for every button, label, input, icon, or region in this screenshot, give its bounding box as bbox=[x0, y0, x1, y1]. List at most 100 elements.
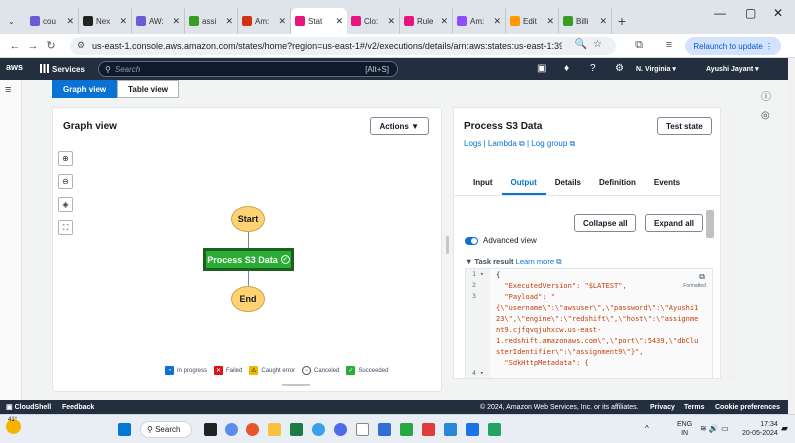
file-explorer-icon[interactable] bbox=[268, 423, 281, 436]
console-search-input[interactable]: ⚲ Search [Alt+S] bbox=[98, 61, 398, 77]
close-tab-icon[interactable]: ✕ bbox=[493, 16, 501, 27]
tab-events[interactable]: Events bbox=[645, 172, 689, 195]
zoom-in-icon[interactable]: ⊕ bbox=[58, 151, 73, 166]
close-tab-icon[interactable]: ✕ bbox=[387, 16, 395, 27]
close-tab-icon[interactable]: ✕ bbox=[335, 16, 343, 27]
notification-bell-icon[interactable]: ▰ bbox=[781, 423, 788, 434]
cloudshell-icon[interactable]: ▣ bbox=[537, 63, 546, 74]
zoom-bookmark-icons[interactable]: 🔍☆ bbox=[575, 39, 608, 50]
vertical-resize-handle[interactable] bbox=[446, 236, 449, 254]
browser-tab[interactable]: Rule ✕ bbox=[400, 8, 453, 34]
zoom-out-icon[interactable]: ⊖ bbox=[58, 174, 73, 189]
log-group-link[interactable]: Log group bbox=[531, 139, 567, 148]
browser-tab[interactable]: Clo: ✕ bbox=[347, 8, 400, 34]
region-selector[interactable]: N. Virginia ▾ bbox=[636, 65, 676, 73]
aws-logo[interactable]: aws bbox=[6, 62, 23, 72]
expand-all-button[interactable]: Expand all bbox=[645, 214, 704, 232]
browser-tab[interactable]: Billi ✕ bbox=[559, 8, 612, 34]
info-icon[interactable]: ⓘ bbox=[761, 88, 771, 103]
tray-overflow-icon[interactable]: ^ bbox=[645, 424, 649, 433]
close-tab-icon[interactable]: ✕ bbox=[546, 16, 554, 27]
details-scrollbar-thumb[interactable] bbox=[706, 210, 714, 238]
account-menu[interactable]: Ayushi Jayant ▾ bbox=[706, 65, 759, 73]
tab-definition[interactable]: Definition bbox=[590, 172, 645, 195]
extensions-icon[interactable]: ⧉ bbox=[630, 39, 648, 52]
close-tab-icon[interactable]: ✕ bbox=[66, 16, 74, 27]
tab-details[interactable]: Details bbox=[546, 172, 590, 195]
close-tab-icon[interactable]: ✕ bbox=[172, 16, 180, 27]
minimize-icon[interactable]: — bbox=[714, 6, 726, 20]
vscode-icon[interactable] bbox=[378, 423, 391, 436]
process-s3-data-node[interactable]: Process S3 Data ✓ bbox=[204, 249, 293, 270]
browser-tab[interactable]: Stat ✕ bbox=[291, 8, 347, 34]
address-bar[interactable]: ⚙ us-east-1.console.aws.amazon.com/state… bbox=[70, 37, 616, 55]
tab-graph-view[interactable]: Graph view bbox=[52, 80, 118, 98]
feedback-link[interactable]: Feedback bbox=[62, 404, 94, 411]
app-icon[interactable] bbox=[466, 423, 479, 436]
task-result-header[interactable]: ▼ Task result Learn more ⧉ bbox=[465, 257, 561, 267]
settings-icon[interactable]: ⚙ bbox=[615, 63, 624, 74]
page-scrollbar[interactable] bbox=[788, 58, 795, 414]
browser-tab[interactable]: Edit ✕ bbox=[506, 8, 559, 34]
logs-link[interactable]: Logs bbox=[464, 139, 481, 148]
settings-icon[interactable]: ◎ bbox=[761, 110, 770, 121]
close-tab-icon[interactable]: ✕ bbox=[599, 16, 607, 27]
browser-tab[interactable]: cou ✕ bbox=[26, 8, 79, 34]
taskbar-search[interactable]: ⚲ Search bbox=[140, 421, 192, 438]
center-graph-icon[interactable]: ◈ bbox=[58, 197, 73, 212]
test-state-button[interactable]: Test state bbox=[657, 117, 712, 135]
start-icon[interactable] bbox=[118, 423, 131, 436]
wifi-volume-battery-icons[interactable]: ≋ 🔊 ▭ bbox=[700, 424, 729, 433]
horizontal-resize-handle[interactable] bbox=[282, 384, 310, 386]
browser-icon[interactable] bbox=[334, 423, 347, 436]
close-tab-icon[interactable]: ✕ bbox=[440, 16, 448, 27]
widgets-icon[interactable] bbox=[225, 423, 238, 436]
end-node[interactable]: End bbox=[231, 286, 265, 312]
app-icon[interactable] bbox=[444, 423, 457, 436]
tab-list-dropdown[interactable]: ⌄ bbox=[4, 8, 26, 34]
close-tab-icon[interactable]: ✕ bbox=[119, 16, 127, 27]
notifications-icon[interactable]: ♦ bbox=[564, 63, 569, 74]
services-menu[interactable]: Services bbox=[40, 64, 85, 74]
system-clock[interactable]: 17:34 20-05-2024 bbox=[742, 420, 778, 438]
help-icon[interactable]: ? bbox=[590, 63, 596, 74]
edge-icon[interactable] bbox=[312, 423, 325, 436]
close-tab-icon[interactable]: ✕ bbox=[278, 16, 286, 27]
browser-tab[interactable]: Am: ✕ bbox=[238, 8, 291, 34]
relaunch-button[interactable]: Relaunch to update ⋮ bbox=[685, 37, 781, 55]
language-indicator[interactable]: ENG IN bbox=[677, 420, 692, 438]
back-icon[interactable]: ← bbox=[6, 40, 24, 52]
excel-icon[interactable] bbox=[488, 423, 501, 436]
new-tab-button[interactable]: + bbox=[612, 8, 632, 34]
browser-tab[interactable]: assi ✕ bbox=[185, 8, 238, 34]
media-icon[interactable] bbox=[422, 423, 435, 436]
browser-tab[interactable]: AW: ✕ bbox=[132, 8, 185, 34]
json-output-viewer[interactable]: 1 ▾ 2 3 4 ▾ { "ExecutedVersion": "$LATEST",… bbox=[465, 268, 713, 378]
panel-scrollbar[interactable] bbox=[728, 112, 735, 379]
tab-input[interactable]: Input bbox=[464, 172, 502, 195]
advanced-view-toggle[interactable]: Advanced view bbox=[465, 236, 537, 245]
reload-icon[interactable]: ↻ bbox=[42, 39, 60, 52]
cloudshell-link[interactable]: ▣ CloudShell bbox=[6, 403, 51, 411]
close-window-icon[interactable]: ✕ bbox=[773, 6, 783, 20]
lambda-link[interactable]: Lambda bbox=[488, 139, 517, 148]
chrome-app-icon[interactable] bbox=[246, 423, 259, 436]
copy-icon[interactable]: ⧉ bbox=[699, 272, 705, 282]
notepad-icon[interactable] bbox=[356, 423, 369, 436]
cookie-preferences-link[interactable]: Cookie preferences bbox=[715, 404, 780, 411]
close-tab-icon[interactable]: ✕ bbox=[225, 16, 233, 27]
browser-tab[interactable]: Am: ✕ bbox=[453, 8, 506, 34]
actions-button[interactable]: Actions ▼ bbox=[369, 117, 429, 135]
reading-list-icon[interactable]: ≡ bbox=[660, 39, 678, 51]
terms-link[interactable]: Terms bbox=[684, 404, 705, 411]
tab-output[interactable]: Output bbox=[501, 172, 546, 195]
browser-tab[interactable]: Nex ✕ bbox=[79, 8, 132, 34]
start-node[interactable]: Start bbox=[231, 206, 265, 232]
app-icon[interactable] bbox=[290, 423, 303, 436]
hamburger-menu-icon[interactable]: ≡ bbox=[5, 84, 11, 96]
site-info-icon[interactable]: ⚙ bbox=[77, 40, 85, 51]
collapse-all-button[interactable]: Collapse all bbox=[574, 214, 637, 232]
learn-more-link[interactable]: Learn more bbox=[516, 257, 554, 266]
app-icon[interactable] bbox=[400, 423, 413, 436]
privacy-link[interactable]: Privacy bbox=[650, 404, 675, 411]
